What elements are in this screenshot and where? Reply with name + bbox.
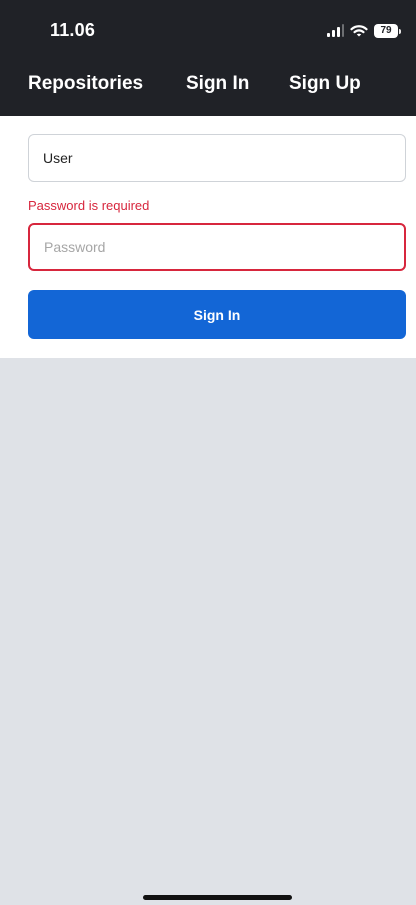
username-input[interactable] xyxy=(28,134,406,182)
password-input[interactable] xyxy=(28,223,406,271)
sign-in-form-panel: Password is required Sign In xyxy=(0,116,416,358)
nav-sign-up-link[interactable]: Sign Up xyxy=(289,73,361,95)
password-error-message: Password is required xyxy=(28,198,150,213)
signal-strength-icon xyxy=(327,24,344,37)
wifi-icon xyxy=(350,25,368,37)
battery-cap xyxy=(399,28,401,34)
battery-icon: 79 xyxy=(374,24,401,38)
sign-in-button[interactable]: Sign In xyxy=(28,290,406,339)
status-icons: 79 xyxy=(326,22,401,40)
status-time: 11.06 xyxy=(50,20,96,40)
status-bar: 11.06 79 xyxy=(0,0,416,62)
app-header: 11.06 79 Repositories Sign In Sign Up xyxy=(0,0,416,116)
battery-level: 79 xyxy=(374,24,398,38)
nav-repositories-link[interactable]: Repositories xyxy=(28,73,143,95)
nav-sign-in-link[interactable]: Sign In xyxy=(186,73,249,95)
home-indicator xyxy=(143,895,292,900)
top-navigation: Repositories Sign In Sign Up xyxy=(0,73,416,101)
